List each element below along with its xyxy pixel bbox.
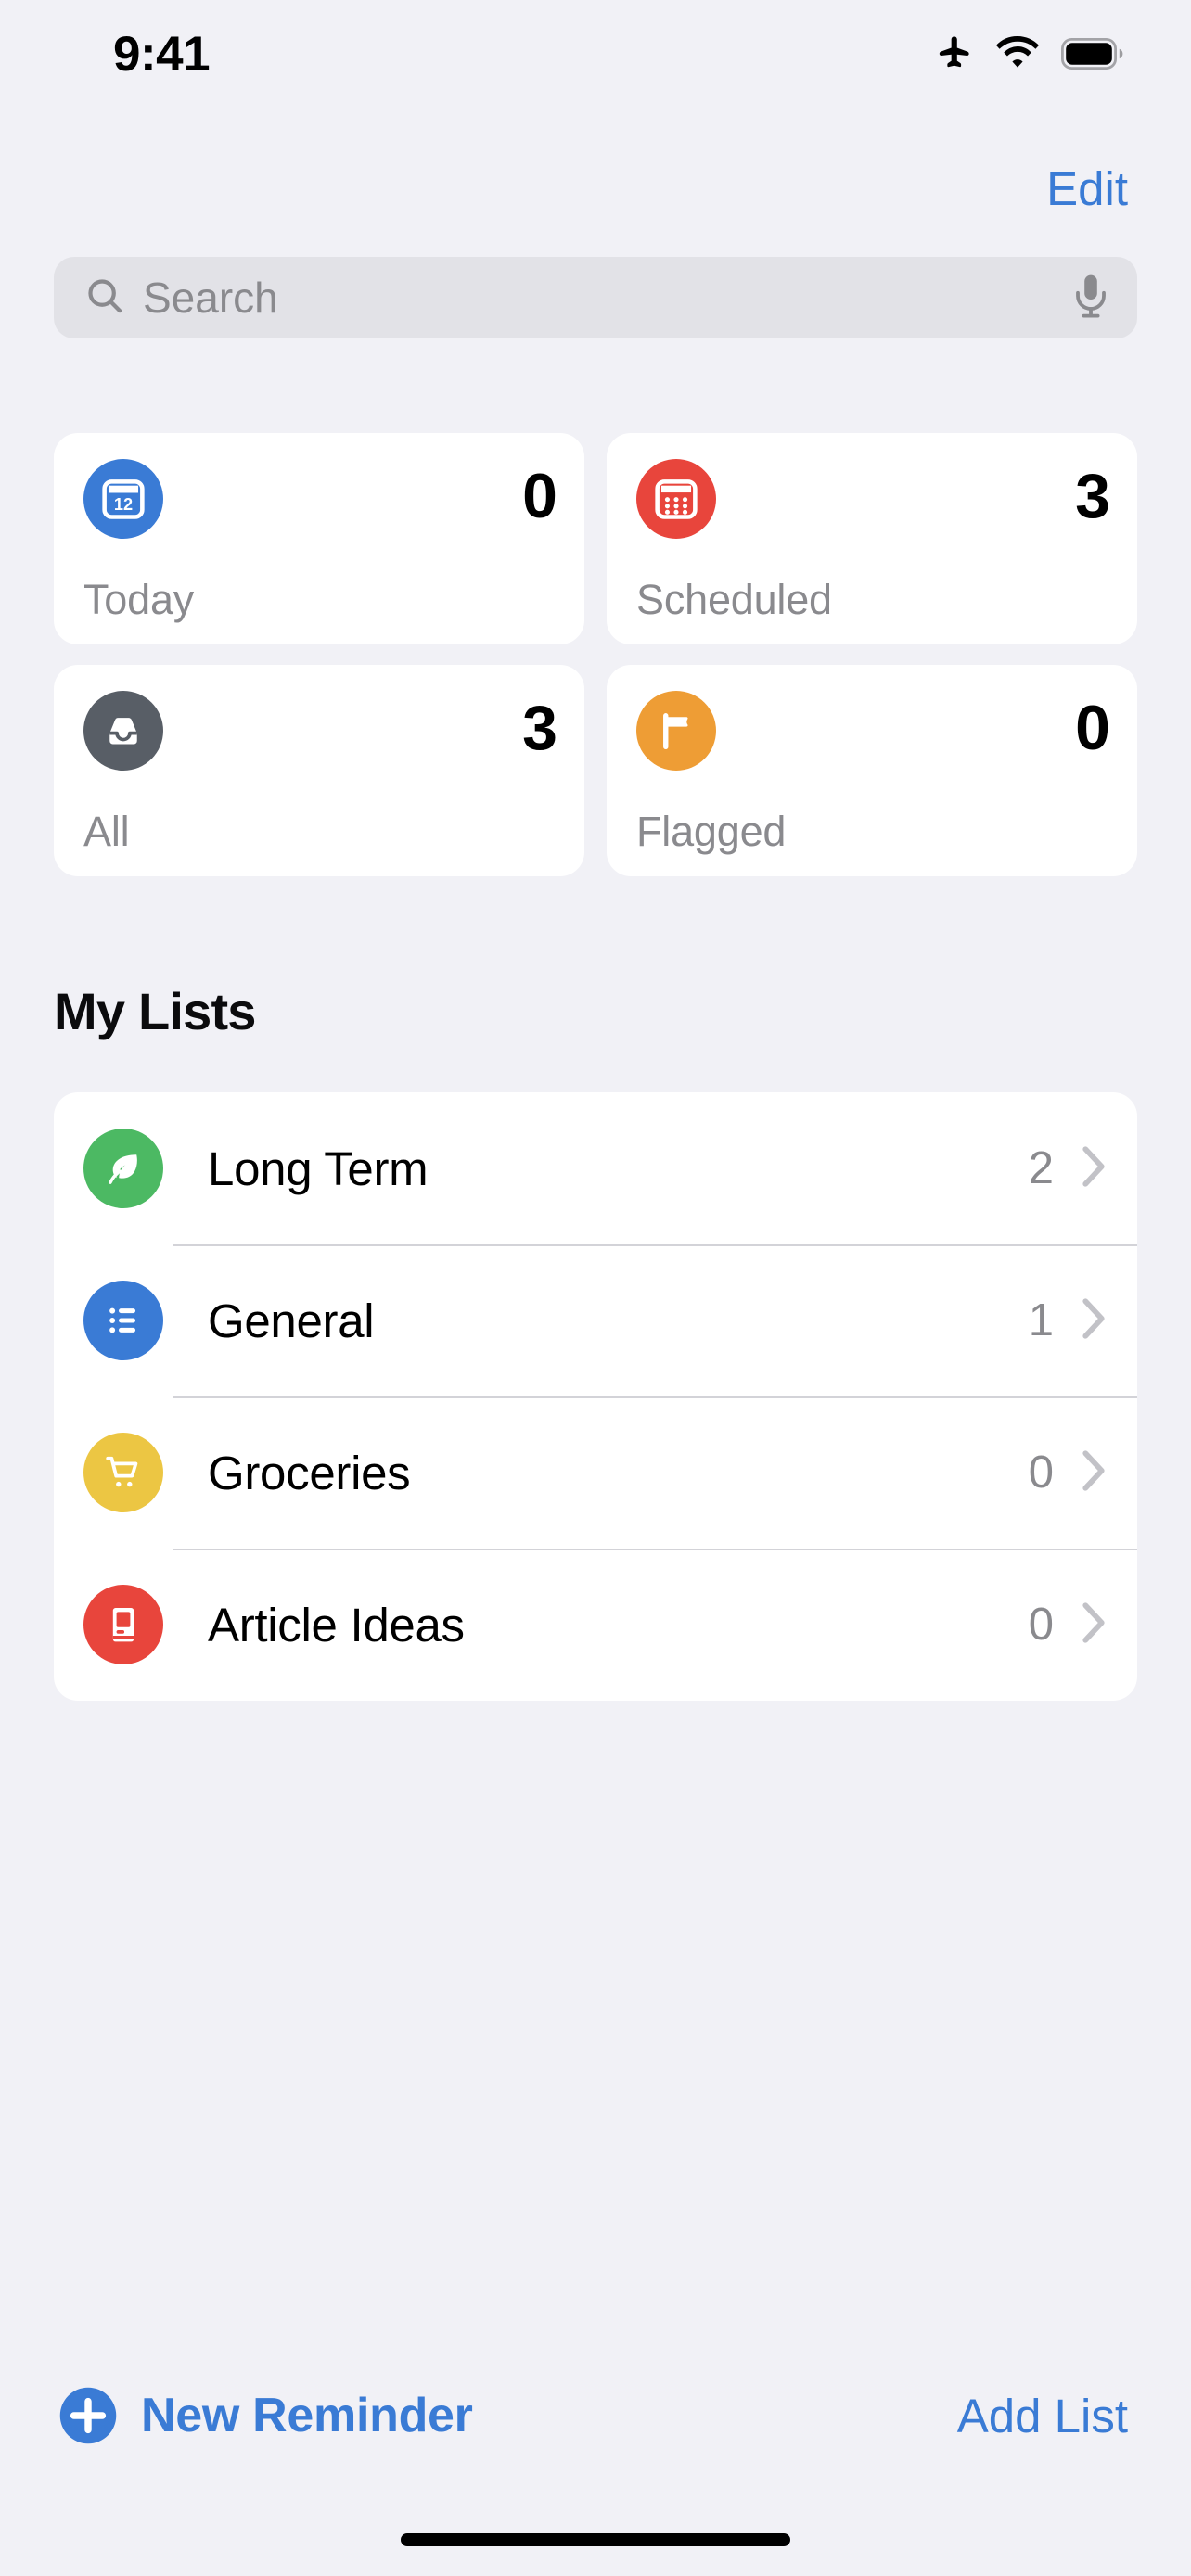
smart-list-grid: 12 0 Today 3 Scheduled 3 All 0 Flagged	[54, 433, 1137, 876]
new-reminder-label: New Reminder	[141, 2389, 473, 2442]
smart-card-all-top: 3	[83, 691, 557, 771]
search-icon	[83, 274, 126, 322]
search-bar-container	[54, 257, 1137, 338]
status-bar-clock: 9:41	[113, 26, 211, 82]
smart-card-scheduled[interactable]: 3 Scheduled	[607, 433, 1137, 644]
search-bar[interactable]	[54, 257, 1137, 338]
microphone-icon[interactable]	[1072, 274, 1109, 323]
smart-card-today-label: Today	[83, 576, 195, 623]
bottom-toolbar: New Reminder Add List	[0, 2365, 1191, 2467]
svg-text:12: 12	[114, 495, 133, 514]
edit-button[interactable]: Edit	[1046, 165, 1128, 212]
smart-card-flagged-top: 0	[636, 691, 1110, 771]
add-list-button[interactable]: Add List	[957, 2392, 1128, 2440]
smart-card-all-label: All	[83, 808, 130, 855]
smart-card-all-count: 3	[522, 693, 557, 763]
home-indicator[interactable]	[401, 2533, 790, 2546]
calendar-day-icon: 12	[83, 459, 163, 539]
smart-card-today[interactable]: 12 0 Today	[54, 433, 584, 644]
list-row-general-label: General	[208, 1294, 375, 1347]
chevron-right-icon	[1078, 1447, 1109, 1498]
list-row-groceries-count: 0	[1028, 1447, 1054, 1498]
smart-card-flagged[interactable]: 0 Flagged	[607, 665, 1137, 876]
page-title: My Lists	[54, 982, 256, 1040]
smart-card-today-count: 0	[522, 461, 557, 531]
wifi-icon	[994, 32, 1041, 75]
smart-card-today-top: 12 0	[83, 459, 557, 539]
search-input[interactable]	[143, 273, 1056, 323]
leaf-icon	[83, 1129, 163, 1208]
list-row-long-term-label: Long Term	[208, 1141, 429, 1195]
list-row-article-ideas-count: 0	[1028, 1599, 1054, 1650]
list-row-article-ideas[interactable]: Article Ideas 0	[54, 1549, 1137, 1701]
status-bar-icons	[931, 32, 1124, 75]
book-icon	[83, 1585, 163, 1664]
navigation-bar: Edit	[0, 148, 1191, 228]
list-row-general[interactable]: General 1	[54, 1244, 1137, 1396]
my-lists-group: Long Term 2 General 1 Groceries 0 Articl…	[54, 1092, 1137, 1701]
smart-card-scheduled-label: Scheduled	[636, 576, 832, 623]
bulleted-list-icon	[83, 1281, 163, 1360]
plus-circle-icon	[58, 2385, 119, 2446]
list-row-long-term-count: 2	[1028, 1142, 1054, 1193]
smart-card-scheduled-top: 3	[636, 459, 1110, 539]
flag-icon	[636, 691, 716, 771]
chevron-right-icon	[1078, 1600, 1109, 1651]
calendar-grid-icon	[636, 459, 716, 539]
smart-card-flagged-count: 0	[1075, 693, 1110, 763]
smart-card-flagged-label: Flagged	[636, 808, 787, 855]
smart-card-all[interactable]: 3 All	[54, 665, 584, 876]
airplane-mode-icon	[931, 32, 974, 75]
battery-full-icon	[1061, 38, 1124, 70]
status-bar: 9:41	[0, 0, 1191, 98]
inbox-tray-icon	[83, 691, 163, 771]
list-row-long-term[interactable]: Long Term 2	[54, 1092, 1137, 1244]
shopping-cart-icon	[83, 1433, 163, 1512]
smart-card-scheduled-count: 3	[1075, 461, 1110, 531]
list-row-groceries[interactable]: Groceries 0	[54, 1396, 1137, 1549]
chevron-right-icon	[1078, 1143, 1109, 1194]
list-row-groceries-label: Groceries	[208, 1446, 411, 1499]
list-row-general-count: 1	[1028, 1294, 1054, 1345]
new-reminder-button[interactable]: New Reminder	[58, 2385, 473, 2446]
reminders-app-screen: 9:41 Edit Search 12 0 Today 3 Scheduled …	[0, 0, 1191, 2576]
chevron-right-icon	[1078, 1295, 1109, 1346]
list-row-article-ideas-label: Article Ideas	[208, 1598, 465, 1651]
